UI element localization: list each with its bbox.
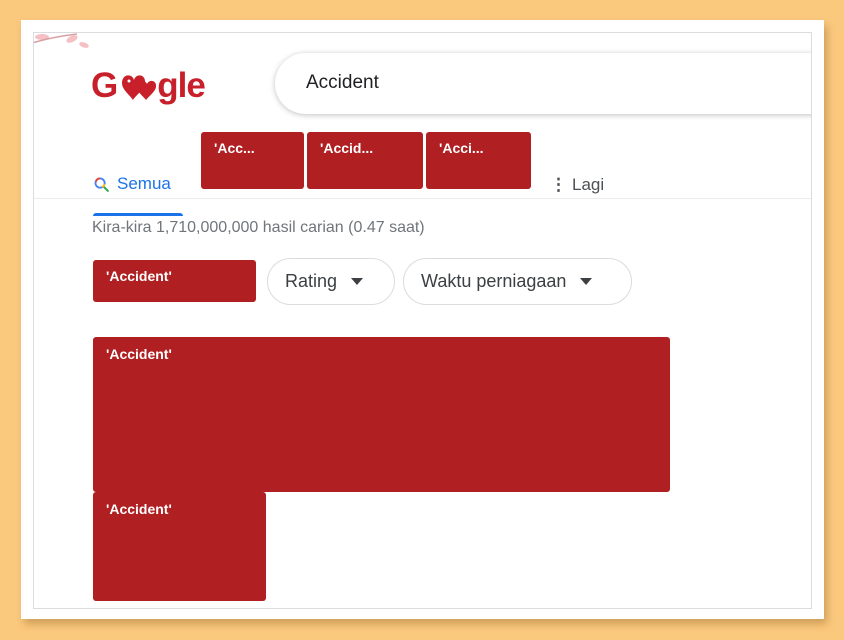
logo-text-right: gle xyxy=(157,66,206,105)
search-icon xyxy=(93,176,110,193)
browser-viewport: G gle Accident 'Acc... 'Accid... 'Acci..… xyxy=(33,32,812,609)
active-tab-indicator xyxy=(93,213,183,216)
caret-down-icon xyxy=(351,278,364,285)
redacted-result-label: 'Accident' xyxy=(106,501,172,517)
filter-chip-redacted-label: 'Accident' xyxy=(106,268,172,284)
tab-redacted-label: 'Accid... xyxy=(320,140,374,156)
tab-redacted-label: 'Acc... xyxy=(214,140,255,156)
filter-chip-redacted[interactable]: 'Accident' xyxy=(93,260,256,302)
screenshot-frame: G gle Accident 'Acc... 'Accid... 'Acci..… xyxy=(21,20,824,619)
tab-redacted-2[interactable]: 'Accid... xyxy=(307,132,423,189)
caret-down-icon xyxy=(580,278,593,285)
tab-more-label: Lagi xyxy=(572,175,605,194)
rating-filter-chip[interactable]: Rating xyxy=(267,258,395,305)
google-doodle-logo[interactable]: G gle xyxy=(91,66,206,105)
heart-doodle-icon xyxy=(122,75,157,100)
redacted-result-block-main: 'Accident' xyxy=(93,337,670,492)
business-hours-filter-chip[interactable]: Waktu perniagaan xyxy=(403,258,632,305)
tabs-divider xyxy=(34,198,811,199)
tab-redacted-3[interactable]: 'Acci... xyxy=(426,132,531,189)
more-vert-icon: ⋮ xyxy=(550,175,567,194)
result-stats: Kira-kira 1,710,000,000 hasil carian (0.… xyxy=(92,219,425,236)
tab-redacted-1[interactable]: 'Acc... xyxy=(201,132,304,189)
search-box[interactable]: Accident xyxy=(275,53,811,114)
business-hours-chip-label: Waktu perniagaan xyxy=(421,271,567,291)
logo-text-left: G xyxy=(91,66,118,105)
tab-all-label: Semua xyxy=(117,174,171,193)
tab-redacted-label: 'Acci... xyxy=(439,140,484,156)
cherry-blossom-decoration xyxy=(34,33,89,48)
search-input[interactable]: Accident xyxy=(306,72,379,94)
tab-more[interactable]: ⋮ Lagi xyxy=(550,175,604,195)
redacted-result-block-small: 'Accident' xyxy=(93,492,266,601)
redacted-result-label: 'Accident' xyxy=(106,346,172,362)
tab-all[interactable]: Semua xyxy=(93,174,171,194)
rating-chip-label: Rating xyxy=(285,271,338,291)
